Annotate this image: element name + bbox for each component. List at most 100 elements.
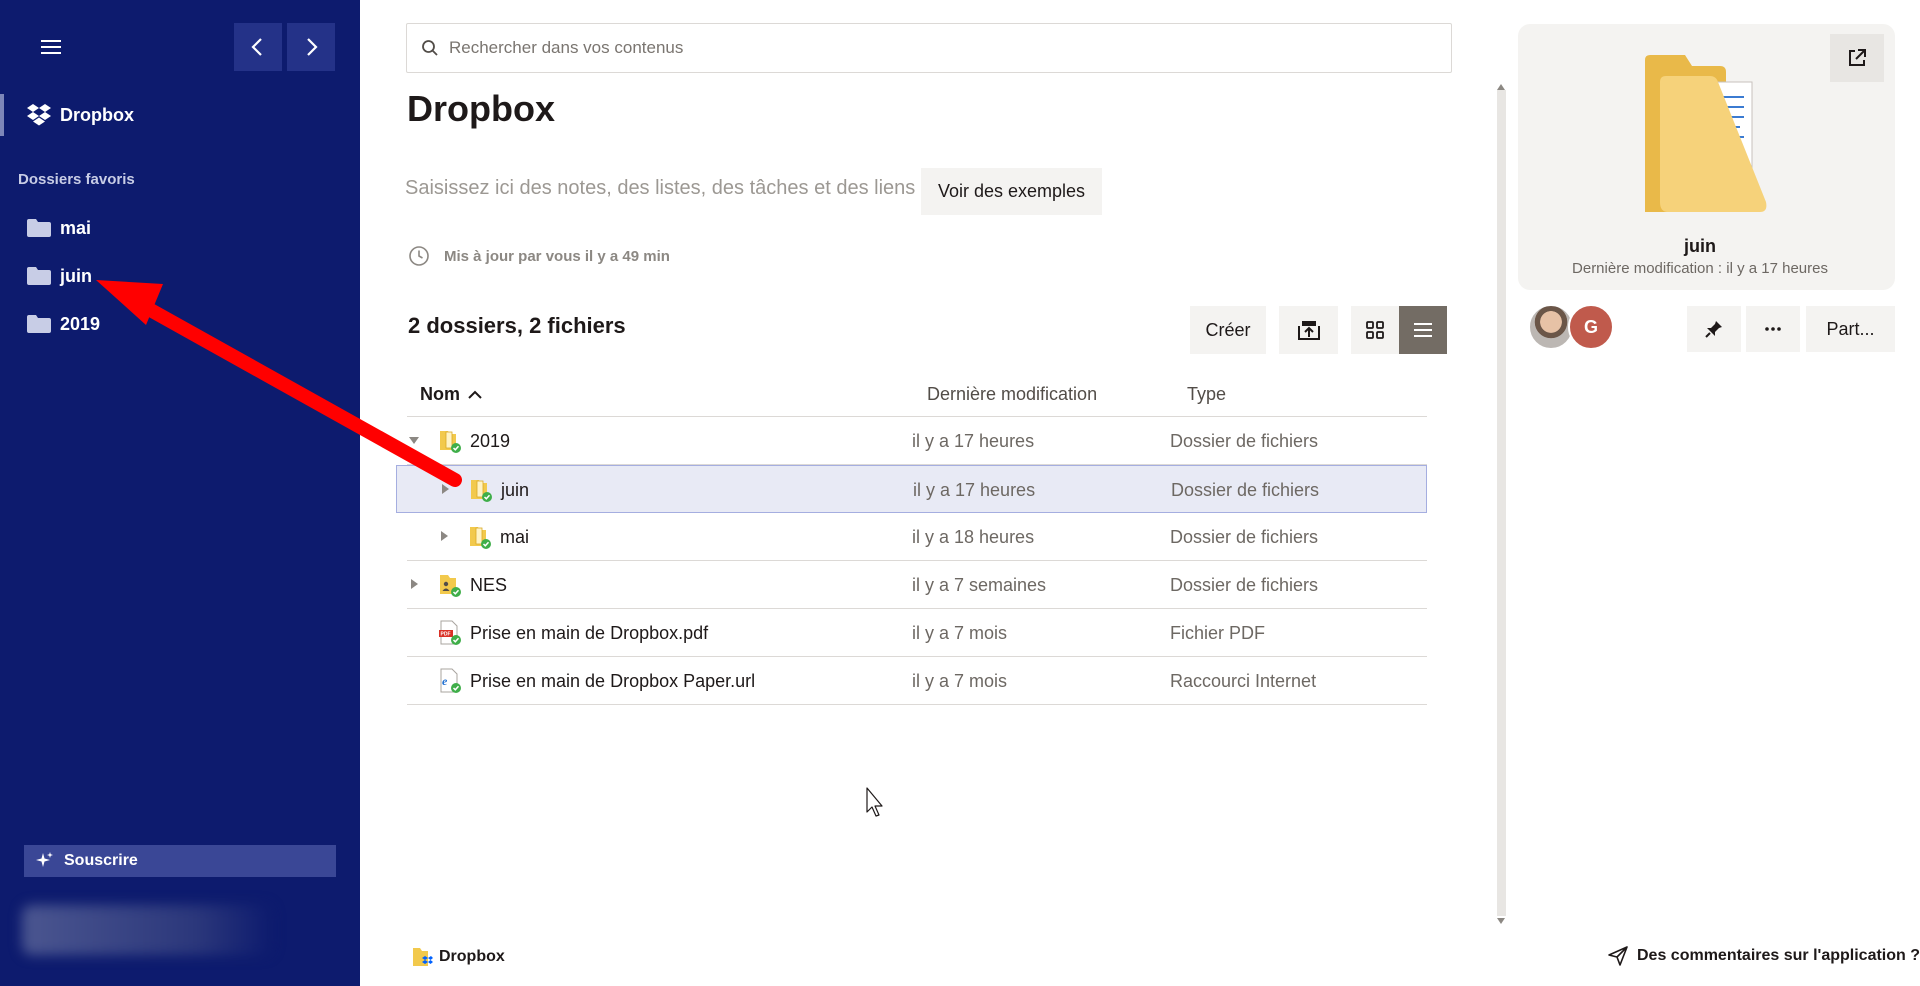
- table-row[interactable]: e Prise en main de Dropbox Paper.url il …: [407, 657, 1427, 705]
- chevron-right-icon: [307, 38, 318, 56]
- row-type: Dossier de fichiers: [1170, 431, 1319, 451]
- account-area[interactable]: [22, 905, 272, 955]
- table-row[interactable]: mai il y a 18 heures Dossier de fichiers: [407, 513, 1427, 561]
- notes-input[interactable]: Saisissez ici des notes, des listes, des…: [405, 177, 915, 200]
- folder-preview-icon: [1645, 55, 1767, 212]
- forward-button[interactable]: [287, 23, 335, 71]
- row-modified: il y a 18 heures: [912, 527, 1035, 547]
- favorites-section-title: Dossiers favoris: [18, 171, 135, 188]
- row-modified: il y a 17 heures: [912, 431, 1035, 451]
- row-name: juin: [501, 480, 530, 500]
- last-updated-text: Mis à jour par vous il y a 49 min: [444, 247, 670, 265]
- chevron-left-icon: [251, 38, 262, 56]
- sidebar-item-juin[interactable]: juin: [26, 259, 326, 293]
- footer-breadcrumb[interactable]: Dropbox: [411, 945, 505, 969]
- selected-item-name: juin: [1684, 236, 1716, 256]
- grid-view-button[interactable]: [1351, 306, 1399, 354]
- table-row[interactable]: 2019 il y a 17 heures Dossier de fichier…: [407, 417, 1427, 465]
- folder-icon: [27, 315, 51, 333]
- row-name: NES: [470, 575, 508, 595]
- column-header-modified[interactable]: Dernière modification: [927, 384, 1097, 405]
- mouse-cursor-icon: [866, 787, 883, 817]
- selected-item-modified: Dernière modification : il y a 17 heures: [1572, 260, 1828, 277]
- sidebar-item-label: juin: [60, 265, 92, 286]
- paper-plane-icon: [1608, 946, 1628, 966]
- last-updated: Mis à jour par vous il y a 49 min: [408, 245, 670, 267]
- column-header-name[interactable]: Nom: [420, 384, 482, 405]
- create-button[interactable]: Créer: [1190, 306, 1266, 354]
- see-examples-button[interactable]: Voir des exemples: [921, 168, 1102, 215]
- menu-icon[interactable]: [38, 36, 64, 58]
- back-button[interactable]: [234, 23, 282, 71]
- search-icon: [422, 40, 438, 56]
- open-external-button[interactable]: [1830, 34, 1884, 82]
- svg-text:e: e: [442, 674, 448, 688]
- row-name: 2019: [470, 431, 511, 451]
- file-table: Nom Dernière modification Type 2019 il y…: [396, 371, 1427, 705]
- row-type: Dossier de fichiers: [1171, 480, 1320, 500]
- item-count: 2 dossiers, 2 fichiers: [408, 313, 626, 338]
- internet-shortcut-icon: e: [440, 668, 461, 693]
- caret-right-icon[interactable]: [439, 483, 451, 495]
- sidebar-item-label: Dropbox: [60, 104, 134, 125]
- upload-button[interactable]: [1279, 306, 1338, 354]
- scroll-track[interactable]: [1497, 90, 1506, 916]
- shared-folder-icon: [440, 575, 461, 597]
- row-modified: il y a 7 mois: [912, 671, 1008, 691]
- column-header-type[interactable]: Type: [1187, 384, 1226, 405]
- pin-icon: [1705, 321, 1722, 338]
- row-name: Prise en main de Dropbox Paper.url: [470, 671, 756, 691]
- more-options-button[interactable]: [1746, 306, 1800, 352]
- synced-folder-icon: [440, 431, 461, 453]
- row-type: Dossier de fichiers: [1170, 527, 1319, 547]
- share-button[interactable]: Part...: [1806, 306, 1895, 352]
- dropbox-folder-icon: [413, 948, 433, 966]
- list-view-button[interactable]: [1399, 306, 1447, 354]
- synced-folder-icon: [471, 480, 492, 502]
- folder-icon: [27, 219, 51, 237]
- sidebar-item-dropbox[interactable]: Dropbox: [0, 94, 360, 136]
- row-modified: il y a 7 semaines: [912, 575, 1047, 595]
- caret-down-icon[interactable]: [408, 434, 420, 446]
- upload-icon: [1297, 321, 1320, 340]
- clock-icon: [409, 246, 429, 266]
- synced-folder-icon: [470, 527, 491, 549]
- open-external-icon: [1849, 49, 1866, 66]
- table-header: Nom Dernière modification Type: [407, 371, 1427, 417]
- avatar[interactable]: G: [1568, 304, 1614, 350]
- table-row-selected[interactable]: juin il y a 17 heures Dossier de fichier…: [396, 465, 1427, 513]
- row-name: mai: [500, 527, 530, 547]
- feedback-link[interactable]: Des commentaires sur l'application ?: [1607, 945, 1920, 967]
- svg-text:PDF: PDF: [441, 632, 451, 638]
- scroll-down-arrow[interactable]: [1497, 918, 1505, 924]
- more-horizontal-icon: [1765, 327, 1781, 331]
- row-name: Prise en main de Dropbox.pdf: [470, 623, 709, 643]
- sidebar-item-label: 2019: [60, 313, 101, 334]
- sort-ascending-icon: [468, 390, 482, 399]
- row-modified: il y a 17 heures: [913, 480, 1036, 500]
- row-type: Fichier PDF: [1170, 623, 1266, 643]
- page-title: Dropbox: [407, 88, 555, 129]
- dropbox-logo-icon: [27, 104, 51, 126]
- caret-right-icon[interactable]: [438, 530, 450, 542]
- caret-right-icon[interactable]: [408, 578, 420, 590]
- list-icon: [1414, 323, 1432, 337]
- search-input[interactable]: [449, 38, 1429, 58]
- subscribe-button[interactable]: Souscrire: [24, 845, 336, 877]
- sidebar-item-2019[interactable]: 2019: [26, 307, 326, 341]
- table-row[interactable]: PDF Prise en main de Dropbox.pdf il y a …: [407, 609, 1427, 657]
- feedback-label: Des commentaires sur l'application ?: [1637, 947, 1920, 964]
- scrollbar[interactable]: [1494, 84, 1508, 924]
- sidebar-item-mai[interactable]: mai: [26, 211, 326, 245]
- row-modified: il y a 7 mois: [912, 623, 1008, 643]
- sidebar-item-label: mai: [60, 217, 92, 238]
- active-indicator: [0, 94, 4, 136]
- subscribe-label: Souscrire: [64, 852, 138, 869]
- row-type: Dossier de fichiers: [1170, 575, 1319, 595]
- pdf-file-icon: PDF: [439, 620, 461, 645]
- search-bar: [406, 23, 1452, 73]
- pin-button[interactable]: [1687, 306, 1741, 352]
- row-type: Raccourci Internet: [1170, 671, 1317, 691]
- sparkle-icon: [36, 852, 53, 867]
- table-row[interactable]: NES il y a 7 semaines Dossier de fichier…: [407, 561, 1427, 609]
